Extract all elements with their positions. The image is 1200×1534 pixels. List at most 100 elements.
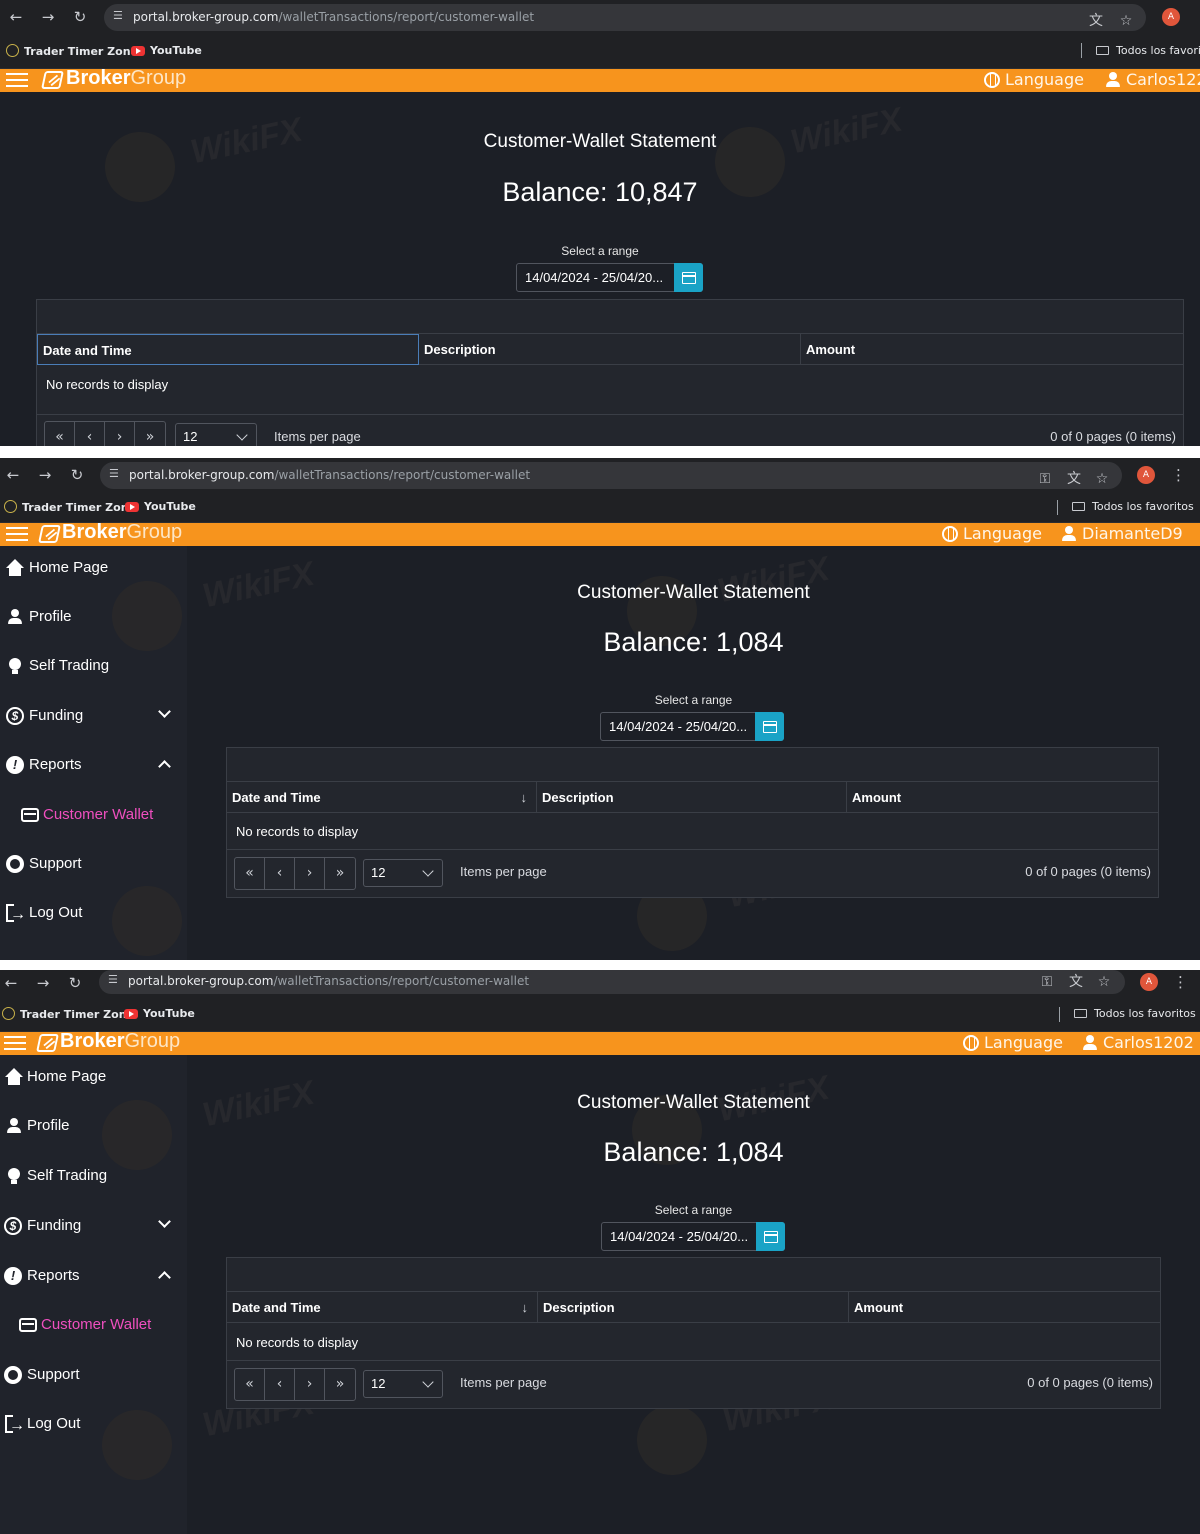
- prev-page-button[interactable]: ‹: [75, 422, 105, 446]
- sidebar-item-customer-wallet[interactable]: Customer Wallet: [0, 800, 187, 830]
- brand-name[interactable]: BrokerGroup: [66, 67, 186, 90]
- prev-page-button[interactable]: ‹: [265, 1369, 295, 1400]
- star-icon[interactable]: ☆: [1094, 972, 1114, 992]
- date-range-picker[interactable]: 14/04/2024 - 25/04/20...: [600, 712, 784, 741]
- star-icon[interactable]: ☆: [1092, 469, 1112, 489]
- menu-kebab-icon[interactable]: ⋮: [1173, 971, 1188, 993]
- menu-kebab-icon[interactable]: ⋮: [1171, 464, 1186, 486]
- items-per-page-label: Items per page: [460, 864, 547, 879]
- reload-icon[interactable]: ↻: [64, 972, 86, 994]
- sidebar-item-support[interactable]: Support: [0, 849, 187, 879]
- translate-icon[interactable]: 文: [1064, 469, 1084, 489]
- hamburger-icon[interactable]: [6, 527, 28, 542]
- back-icon[interactable]: ←: [2, 464, 24, 486]
- favorites-folder[interactable]: Todos los favoritos: [1074, 1007, 1196, 1020]
- profile-avatar-icon[interactable]: A: [1140, 973, 1158, 991]
- forward-icon[interactable]: →: [32, 972, 54, 994]
- sidebar-item-reports[interactable]: ! Reports: [0, 1261, 187, 1291]
- key-icon[interactable]: ⚿: [1035, 469, 1055, 489]
- bookmark-youtube[interactable]: YouTube: [131, 44, 202, 57]
- reload-icon[interactable]: ↻: [69, 6, 91, 28]
- last-page-button[interactable]: »: [135, 422, 165, 446]
- column-description[interactable]: Description: [419, 334, 801, 365]
- user-menu[interactable]: DiamanteD9: [1062, 524, 1183, 543]
- sidebar-item-customer-wallet[interactable]: Customer Wallet: [0, 1310, 187, 1340]
- sidebar-item-home[interactable]: Home Page: [0, 1062, 187, 1092]
- reload-icon[interactable]: ↻: [66, 464, 88, 486]
- language-menu[interactable]: Language: [984, 70, 1084, 89]
- back-icon[interactable]: ←: [5, 6, 27, 28]
- page-size-select[interactable]: 12: [363, 1370, 443, 1398]
- brand-logo-icon: [36, 1034, 59, 1052]
- sort-arrow-icon[interactable]: ↓: [521, 782, 528, 813]
- sidebar-item-funding[interactable]: $ Funding: [0, 1211, 187, 1241]
- pager-nav: « ‹ › »: [234, 857, 356, 890]
- address-bar[interactable]: ☰ portal.broker-group.com/walletTransact…: [100, 462, 1122, 489]
- profile-icon: [5, 1117, 23, 1135]
- profile-avatar-icon[interactable]: A: [1137, 466, 1155, 484]
- calendar-icon[interactable]: [755, 712, 784, 741]
- column-amount[interactable]: Amount: [847, 782, 1160, 813]
- next-page-button[interactable]: ›: [105, 422, 135, 446]
- hamburger-icon[interactable]: [4, 1036, 26, 1051]
- language-menu[interactable]: Language: [942, 524, 1042, 543]
- bookmark-youtube[interactable]: YouTube: [125, 500, 196, 513]
- date-range-picker[interactable]: 14/04/2024 - 25/04/20...: [516, 263, 703, 292]
- support-icon: [4, 1366, 22, 1384]
- page-size-select[interactable]: 12: [363, 859, 443, 887]
- user-menu[interactable]: Carlos1202: [1083, 1033, 1194, 1052]
- page-size-select[interactable]: 12: [175, 423, 257, 446]
- brand-name[interactable]: BrokerGroup: [62, 521, 182, 544]
- sidebar-item-home[interactable]: Home Page: [0, 553, 187, 583]
- column-amount[interactable]: Amount: [849, 1292, 1162, 1323]
- bookmark-trader-timer-zone[interactable]: Trader Timer Zone: [6, 44, 138, 58]
- address-bar[interactable]: ☰ portal.broker-group.com/walletTransact…: [104, 4, 1146, 31]
- sort-arrow-icon[interactable]: ↓: [522, 1292, 529, 1323]
- favorites-folder[interactable]: Todos los favoritos: [1072, 500, 1194, 513]
- bookmark-trader-timer-zone[interactable]: Trader Timer Zone: [4, 500, 136, 514]
- first-page-button[interactable]: «: [235, 858, 265, 889]
- date-range-picker[interactable]: 14/04/2024 - 25/04/20...: [601, 1222, 785, 1251]
- star-icon[interactable]: ☆: [1116, 11, 1136, 31]
- favorites-folder[interactable]: Todos los favorit: [1096, 44, 1200, 57]
- translate-icon[interactable]: 文: [1086, 11, 1106, 31]
- bookmark-trader-timer-zone[interactable]: Trader Timer Zone: [2, 1007, 134, 1021]
- column-date-time[interactable]: Date and Time: [37, 334, 419, 365]
- forward-icon[interactable]: →: [37, 6, 59, 28]
- column-amount[interactable]: Amount: [801, 334, 1185, 365]
- last-page-button[interactable]: »: [325, 858, 355, 889]
- column-date-time[interactable]: Date and Time ↓: [227, 1292, 538, 1323]
- prev-page-button[interactable]: ‹: [265, 858, 295, 889]
- site-settings-icon[interactable]: ☰: [109, 467, 119, 480]
- sidebar-item-self-trading[interactable]: Self Trading: [0, 1161, 187, 1191]
- address-bar[interactable]: ☰ portal.broker-group.com/walletTransact…: [99, 970, 1125, 994]
- language-menu[interactable]: Language: [963, 1033, 1063, 1052]
- site-settings-icon[interactable]: ☰: [113, 9, 123, 22]
- translate-icon[interactable]: 文: [1066, 972, 1086, 992]
- forward-icon[interactable]: →: [34, 464, 56, 486]
- app-topbar: BrokerGroup Language Carlos1202: [0, 1030, 1200, 1055]
- column-description[interactable]: Description: [537, 782, 847, 813]
- site-settings-icon[interactable]: ☰: [108, 973, 118, 986]
- next-page-button[interactable]: ›: [295, 858, 325, 889]
- brand-name[interactable]: BrokerGroup: [60, 1030, 180, 1053]
- first-page-button[interactable]: «: [235, 1369, 265, 1400]
- sidebar-item-reports[interactable]: ! Reports: [0, 750, 187, 780]
- profile-avatar-icon[interactable]: A: [1162, 8, 1180, 26]
- column-description[interactable]: Description: [538, 1292, 849, 1323]
- user-menu[interactable]: Carlos122: [1106, 70, 1200, 89]
- next-page-button[interactable]: ›: [295, 1369, 325, 1400]
- calendar-icon[interactable]: [674, 263, 703, 292]
- bookmark-youtube[interactable]: YouTube: [124, 1007, 195, 1020]
- first-page-button[interactable]: «: [45, 422, 75, 446]
- hamburger-icon[interactable]: [6, 73, 28, 88]
- sidebar-item-self-trading[interactable]: Self Trading: [0, 651, 187, 681]
- range-label: Select a range: [654, 693, 733, 707]
- last-page-button[interactable]: »: [325, 1369, 355, 1400]
- column-date-time[interactable]: Date and Time ↓: [227, 782, 537, 813]
- sidebar-item-funding[interactable]: $ Funding: [0, 701, 187, 731]
- sidebar-item-support[interactable]: Support: [0, 1360, 187, 1390]
- key-icon[interactable]: ⚿: [1037, 972, 1057, 992]
- back-icon[interactable]: ←: [0, 972, 22, 994]
- calendar-icon[interactable]: [756, 1222, 785, 1251]
